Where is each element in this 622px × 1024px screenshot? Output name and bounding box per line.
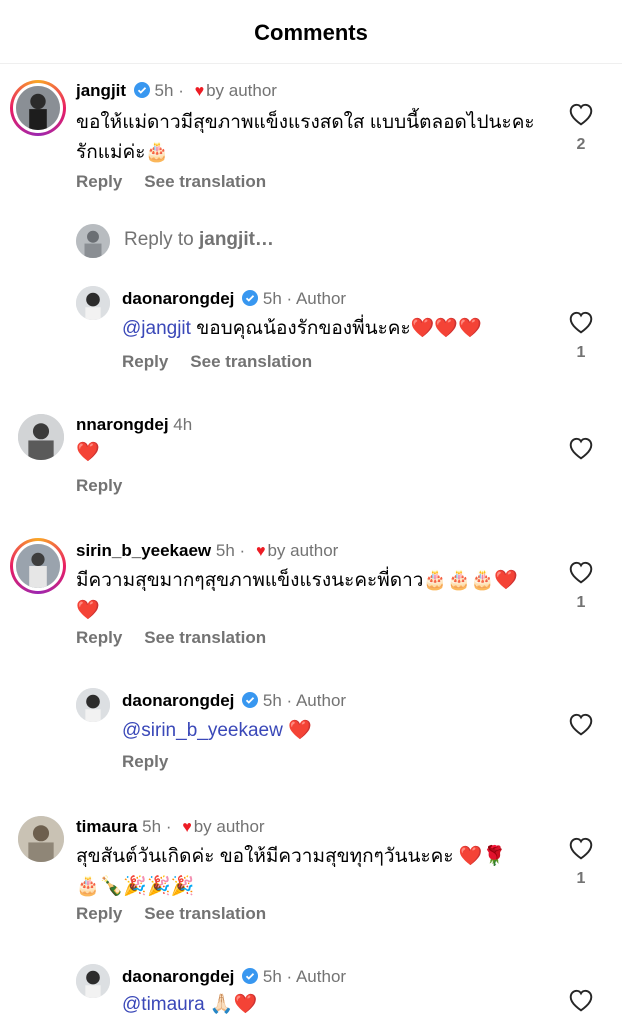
story-ring[interactable]: [10, 80, 66, 136]
comment-text: มีความสุขมากๆสุขภาพแข็งแรงนะคะพี่ดาว🎂🎂🎂❤…: [76, 570, 519, 591]
author-label: Author: [295, 967, 347, 986]
timestamp: 4h: [173, 415, 193, 434]
by-author-label: by author: [206, 81, 277, 100]
timestamp: 5h: [154, 81, 174, 100]
see-translation-button[interactable]: See translation: [144, 628, 266, 647]
see-translation-button[interactable]: See translation: [144, 904, 266, 923]
heart-filled-icon: ♥: [182, 819, 192, 836]
page-title: Comments: [254, 20, 368, 45]
mention-link[interactable]: @timaura: [122, 994, 205, 1015]
by-author-label: by author: [193, 817, 265, 836]
heart-filled-icon: ♥: [194, 83, 205, 100]
like-count[interactable]: 1: [567, 870, 595, 888]
heart-outline-icon[interactable]: [568, 436, 594, 460]
header: Comments: [0, 0, 622, 64]
timestamp: 5h: [142, 817, 162, 836]
timestamp: 5h: [215, 541, 235, 560]
mention-link[interactable]: @jangjit: [122, 318, 191, 339]
username[interactable]: nnarongdej: [76, 415, 169, 434]
heart-outline-icon[interactable]: [568, 560, 594, 584]
author-label: Author: [295, 289, 347, 308]
username[interactable]: timaura: [76, 817, 137, 836]
see-translation-button[interactable]: See translation: [190, 352, 312, 371]
heart-filled-icon: ♥: [255, 543, 266, 560]
reply-button[interactable]: Reply: [76, 904, 122, 923]
comment-text: ❤️: [76, 600, 100, 621]
reply-button[interactable]: Reply: [76, 476, 122, 495]
username[interactable]: daonarongdej: [122, 967, 234, 986]
avatar[interactable]: [18, 414, 64, 460]
comment-text: ขอบคุณน้องรักของพี่นะคะ❤️❤️❤️: [190, 318, 482, 339]
like-count[interactable]: 2: [567, 136, 595, 154]
comment-text: รักแม่ค่ะ🎂: [76, 142, 170, 163]
comment-text: สุขสันต์วันเกิดค่ะ ขอให้มีความสุขทุกๆวัน…: [76, 846, 507, 867]
avatar: [16, 544, 60, 588]
avatar: [76, 224, 110, 258]
username[interactable]: sirin_b_yeekaew: [76, 541, 211, 560]
heart-outline-icon[interactable]: [568, 310, 594, 334]
avatar[interactable]: [18, 816, 64, 862]
author-label: Author: [295, 691, 347, 710]
comment-text: 🙏🏻❤️: [204, 994, 258, 1015]
like-count[interactable]: 1: [567, 344, 595, 362]
mention-link[interactable]: @sirin_b_yeekaew: [122, 720, 283, 741]
reply-input[interactable]: Reply to jangjit…: [76, 224, 596, 258]
avatar: [16, 86, 60, 130]
verified-badge-icon: [242, 692, 259, 708]
reply-button[interactable]: Reply: [76, 172, 122, 191]
timestamp: 5h: [262, 691, 282, 710]
comment-text: ❤️: [282, 720, 312, 741]
reply-button[interactable]: Reply: [76, 628, 122, 647]
verified-badge-icon: [242, 968, 259, 984]
comment-text: ❤️: [76, 442, 100, 463]
username[interactable]: daonarongdej: [122, 289, 234, 308]
timestamp: 5h: [262, 967, 282, 986]
reply-placeholder: Reply to jangjit…: [124, 229, 274, 250]
avatar[interactable]: [76, 688, 110, 722]
heart-outline-icon[interactable]: [568, 836, 594, 860]
comment-text: ขอให้แม่ดาวมีสุขภาพแข็งแรงสดใส แบบนี้ตลอ…: [76, 112, 535, 133]
reply-button[interactable]: Reply: [122, 752, 168, 771]
see-translation-button[interactable]: See translation: [144, 172, 266, 191]
heart-outline-icon[interactable]: [568, 102, 594, 126]
verified-badge-icon: [133, 82, 150, 98]
comment-text: 🎂🍾🎉🎉🎉: [76, 876, 195, 897]
like-count[interactable]: 1: [567, 594, 595, 612]
avatar[interactable]: [76, 964, 110, 998]
heart-outline-icon[interactable]: [568, 712, 594, 736]
story-ring[interactable]: [10, 538, 66, 594]
username[interactable]: daonarongdej: [122, 691, 234, 710]
avatar[interactable]: [76, 286, 110, 320]
verified-badge-icon: [242, 290, 259, 306]
reply-button[interactable]: Reply: [122, 352, 168, 371]
by-author-label: by author: [267, 541, 339, 560]
timestamp: 5h: [262, 289, 282, 308]
heart-outline-icon[interactable]: [568, 988, 594, 1012]
username[interactable]: jangjit: [76, 81, 126, 100]
